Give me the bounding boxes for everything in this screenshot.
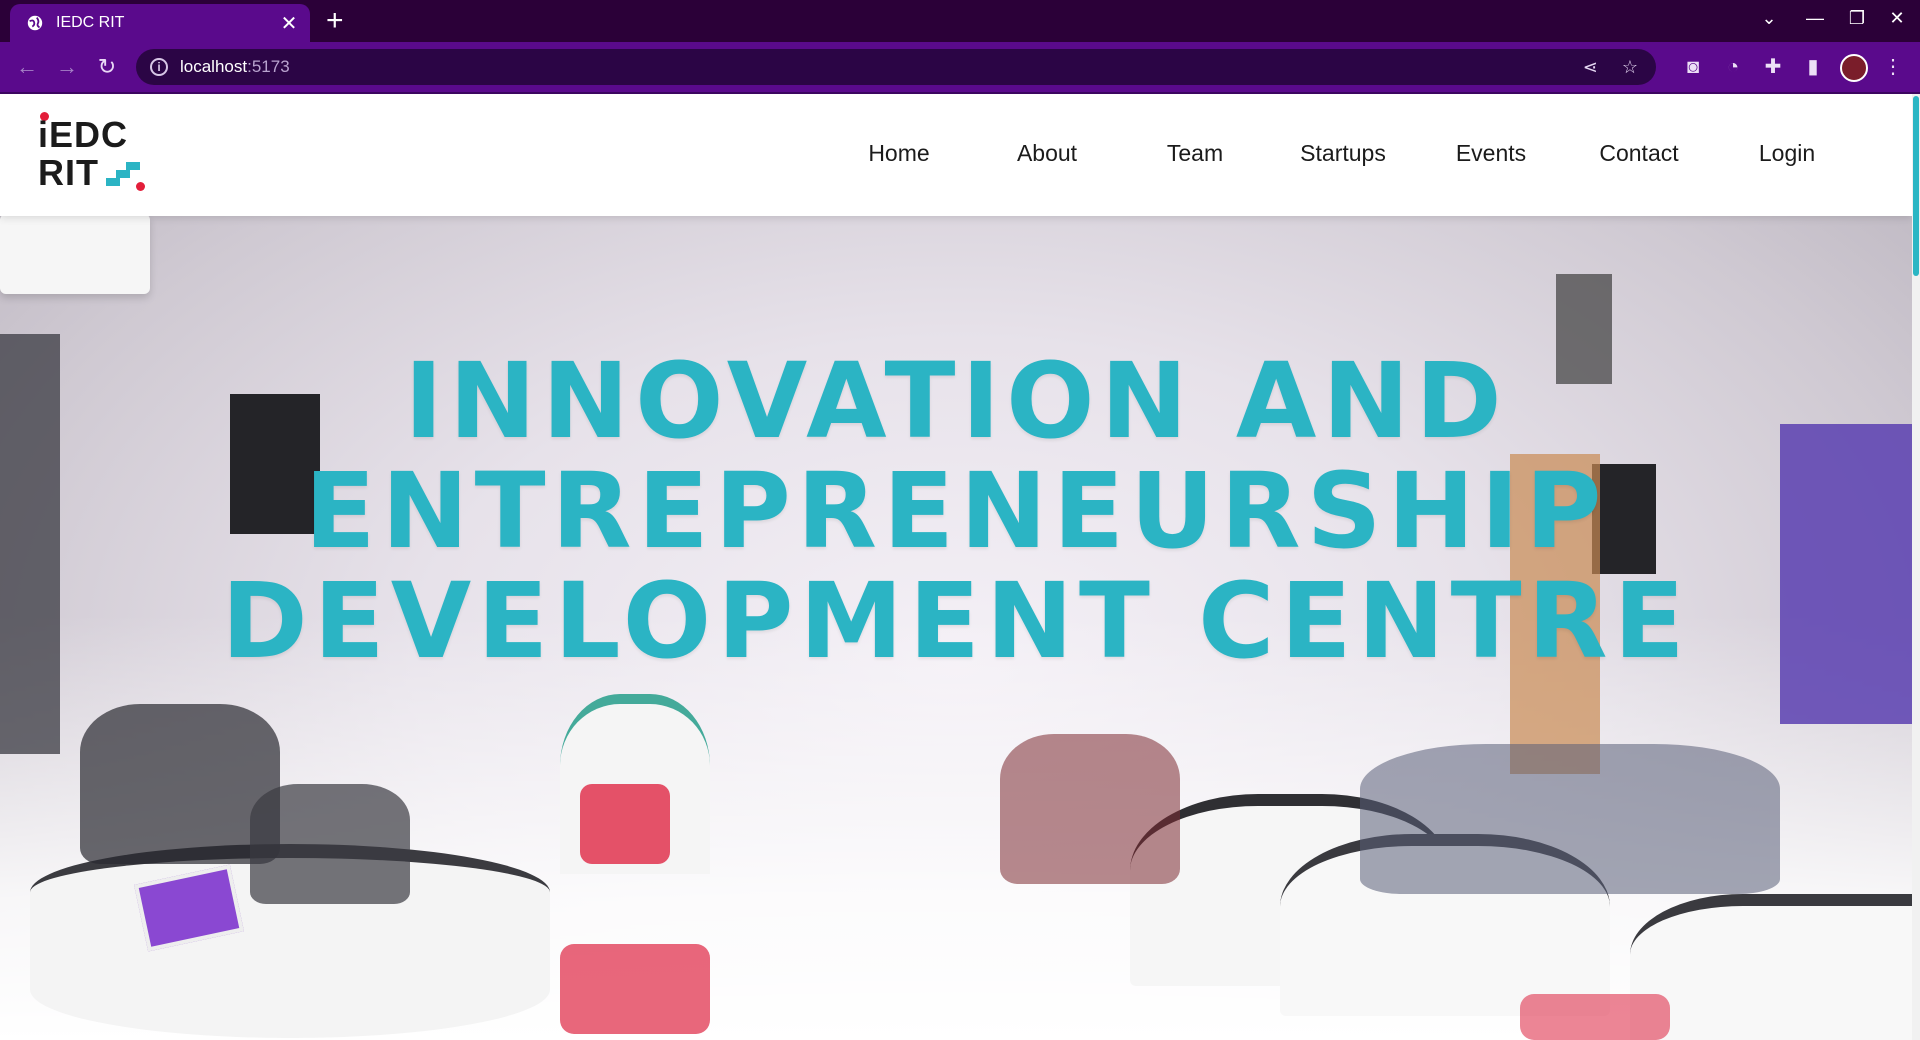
hero-title-line3: DEVELOPMENT CENTRE bbox=[221, 560, 1691, 682]
tab-close-icon[interactable]: ✕ bbox=[276, 11, 302, 36]
logo-line1: iEDC bbox=[38, 114, 129, 155]
hero-title-line2: ENTREPRENEURSHIP bbox=[304, 450, 1608, 572]
nav-startups[interactable]: Startups bbox=[1282, 140, 1404, 167]
camera-extension-icon[interactable]: ◙ bbox=[1680, 54, 1706, 80]
browser-tab[interactable]: IEDC RIT ✕ bbox=[10, 4, 310, 42]
nav-team[interactable]: Team bbox=[1134, 140, 1256, 167]
nav-home[interactable]: Home bbox=[838, 140, 960, 167]
scrollbar-thumb[interactable] bbox=[1913, 96, 1919, 276]
tab-search-icon[interactable]: ⌄ bbox=[1754, 8, 1784, 29]
url-host: localhost bbox=[180, 57, 248, 76]
address-bar[interactable]: i localhost :5173 ⋖ ☆ bbox=[136, 49, 1656, 85]
back-arrow-icon[interactable]: ← bbox=[12, 52, 42, 82]
browser-menu-icon[interactable]: ⋮ bbox=[1880, 54, 1906, 80]
page-scrollbar[interactable] bbox=[1912, 94, 1920, 1040]
logo-line2: RIT bbox=[38, 152, 99, 193]
restore-icon[interactable]: ❐ bbox=[1842, 8, 1872, 29]
minimize-icon[interactable]: — bbox=[1800, 8, 1830, 29]
url-port: :5173 bbox=[247, 57, 290, 76]
site-info-icon[interactable]: i bbox=[150, 58, 168, 76]
people-group-right bbox=[1360, 744, 1780, 894]
browser-tabbar: IEDC RIT ✕ + ⌄ — ❐ ✕ bbox=[0, 0, 1920, 42]
new-tab-icon[interactable]: + bbox=[326, 5, 344, 37]
people-group-center bbox=[1000, 734, 1180, 884]
red-chair-front bbox=[560, 944, 710, 1034]
extensions-puzzle-icon[interactable]: ✚ bbox=[1760, 54, 1786, 80]
share-icon[interactable]: ⋖ bbox=[1583, 57, 1598, 78]
side-panel-icon[interactable]: ▮ bbox=[1800, 54, 1826, 80]
nav-contact[interactable]: Contact bbox=[1578, 140, 1700, 167]
main-nav: Home About Team Startups Events Contact … bbox=[838, 140, 1848, 167]
tab-title: IEDC RIT bbox=[56, 14, 125, 31]
bookmark-star-icon[interactable]: ☆ bbox=[1622, 57, 1638, 78]
browser-toolbar: ← → ↻ i localhost :5173 ⋖ ☆ ◙ ◔ ✚ ▮ ⋮ bbox=[0, 42, 1920, 94]
performance-extension-icon[interactable]: ◔ bbox=[1720, 54, 1746, 80]
person-seated bbox=[250, 784, 410, 904]
logo-red-dot bbox=[136, 182, 145, 191]
round-table-far-right bbox=[1630, 894, 1912, 1040]
hero-title-line1: INNOVATION AND bbox=[404, 340, 1508, 462]
reload-icon[interactable]: ↻ bbox=[92, 52, 122, 82]
site-logo[interactable]: iEDC RIT bbox=[38, 112, 148, 196]
nav-events[interactable]: Events bbox=[1430, 140, 1552, 167]
window-close-icon[interactable]: ✕ bbox=[1882, 8, 1912, 29]
globe-icon bbox=[27, 15, 43, 31]
page-viewport: iEDC RIT Home About Team Startups Events… bbox=[0, 94, 1920, 1040]
site-header: iEDC RIT Home About Team Startups Events… bbox=[0, 94, 1912, 216]
nav-about[interactable]: About bbox=[986, 140, 1108, 167]
profile-avatar[interactable] bbox=[1840, 54, 1868, 82]
forward-arrow-icon[interactable]: → bbox=[52, 52, 82, 82]
red-chair-right bbox=[1520, 994, 1670, 1040]
nav-login[interactable]: Login bbox=[1726, 140, 1848, 167]
air-conditioner bbox=[0, 214, 150, 294]
red-chair bbox=[580, 784, 670, 864]
